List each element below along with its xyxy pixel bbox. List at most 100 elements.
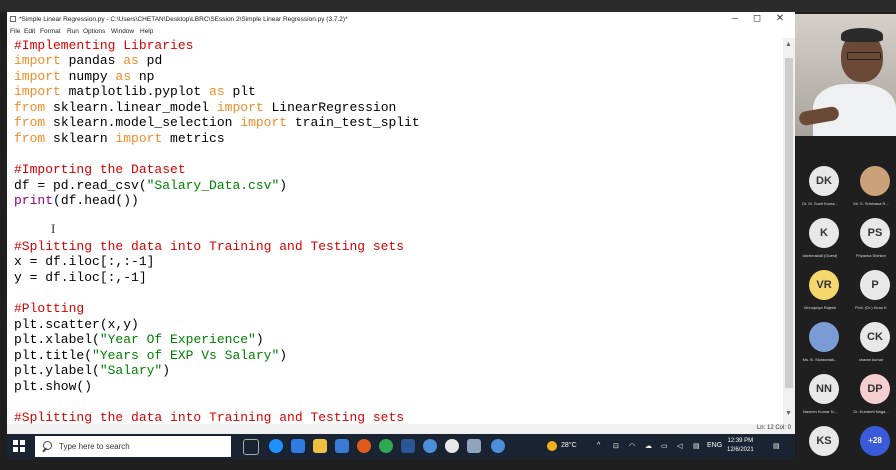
code-line[interactable]: from sklearn.linear_model import LinearR… — [14, 100, 396, 115]
scroll-down-icon[interactable]: ▼ — [785, 410, 792, 417]
code-line[interactable]: import pandas as pd — [14, 53, 162, 68]
code-line[interactable]: plt.ylabel("Salary") — [14, 363, 170, 378]
firefox-icon[interactable] — [357, 439, 371, 453]
code-token: y = df.iloc[:,-1] — [14, 270, 147, 285]
onedrive-icon[interactable]: ☁ — [645, 442, 652, 450]
wifi-icon[interactable]: ◠ — [629, 442, 635, 450]
volume-icon[interactable]: ◁ — [677, 442, 682, 450]
code-token: from — [14, 100, 46, 115]
tray-chevron-icon[interactable]: ^ — [597, 442, 600, 449]
code-token: import — [240, 115, 288, 130]
code-token: #Splitting the data into Training and Te… — [14, 239, 405, 254]
weather-icon[interactable] — [547, 441, 557, 451]
task-view-icon[interactable] — [243, 439, 259, 455]
python-idle-icon[interactable] — [423, 439, 437, 453]
menu-help[interactable]: Help — [140, 28, 153, 35]
participant-name: Mr. S. Srinivasa R... — [853, 201, 889, 206]
participant-tile[interactable]: DK Dr. M. Sunil Kuma... — [795, 160, 845, 210]
code-token: ) — [255, 332, 264, 347]
participant-name: Ms. B. Sivaramak... — [802, 357, 838, 362]
code-token: "Years of EXP Vs Salary" — [92, 348, 280, 363]
code-editor[interactable]: I #Implementing Libraries import pandas a… — [7, 38, 783, 424]
code-token: import — [14, 84, 61, 99]
participant-tile[interactable]: Klatchmaiddi (Guest) — [795, 212, 845, 262]
menu-run[interactable]: Run — [67, 28, 79, 35]
participant-avatar: DK — [809, 166, 839, 196]
battery-icon[interactable]: ▭ — [661, 442, 668, 450]
code-line[interactable]: #Plotting — [14, 301, 84, 316]
code-token: #Importing the Dataset — [14, 162, 186, 177]
taskbar-search-box[interactable]: Type here to search — [35, 436, 231, 457]
code-line[interactable]: import matplotlib.pyplot as plt — [14, 84, 256, 99]
idle-editor-window: *Simple Linear Regression.py - C:\Users\… — [7, 12, 795, 434]
menu-file[interactable]: File — [10, 28, 20, 35]
search-placeholder: Type here to search — [59, 442, 130, 451]
code-token: pandas — [60, 53, 124, 68]
participant-tile[interactable]: Ms. B. Sivaramak... — [795, 316, 845, 366]
app-icon[interactable] — [467, 439, 481, 453]
file-explorer-icon[interactable] — [313, 439, 327, 453]
vertical-scrollbar[interactable]: ▲ ▼ — [783, 38, 795, 424]
code-line[interactable]: plt.show() — [14, 379, 92, 394]
code-line[interactable]: import numpy as np — [14, 69, 154, 84]
participant-tile[interactable]: Mr. S. Srinivasa R... — [846, 160, 896, 210]
code-token: x = df.iloc[:,:-1] — [14, 254, 155, 269]
participant-tile[interactable]: CK charan kumar — [846, 316, 896, 366]
participant-name: Naveen Kumar N... — [802, 409, 837, 414]
scrollbar-thumb[interactable] — [785, 58, 793, 388]
word-icon[interactable] — [401, 439, 415, 453]
participant-tile[interactable]: P Prof. (Dr.) Kiran K — [846, 264, 896, 314]
code-line[interactable]: print(df.head()) — [14, 193, 139, 208]
code-line[interactable]: #Implementing Libraries — [14, 38, 193, 53]
code-token: "Year Of Experience" — [99, 332, 256, 347]
code-line[interactable]: from sklearn.model_selection import trai… — [14, 115, 420, 130]
participant-tile[interactable]: KS — [795, 420, 845, 470]
code-line[interactable]: x = df.iloc[:,:-1] — [14, 254, 154, 269]
code-token: plt — [224, 84, 256, 99]
code-line[interactable]: df = pd.read_csv("Salary_Data.csv") — [14, 178, 287, 193]
participant-name: charan kumar — [858, 357, 884, 362]
close-button[interactable]: ✕ — [770, 13, 790, 24]
code-token: np — [131, 69, 155, 84]
menu-window[interactable]: Window — [111, 28, 134, 35]
participant-name: Prof. (Dr.) Kiran K — [855, 305, 887, 310]
windows-start-icon[interactable] — [13, 440, 25, 452]
participant-tile[interactable]: NN Naveen Kumar N... — [795, 368, 845, 418]
dropbox-icon[interactable] — [291, 439, 305, 453]
store-icon[interactable] — [335, 439, 349, 453]
temperature[interactable]: 28°C — [561, 442, 577, 449]
participant-tile[interactable]: DP Dr. Kunderti Naga... — [846, 368, 896, 418]
code-line[interactable]: y = df.iloc[:,-1] — [14, 270, 147, 285]
keyboard-icon[interactable]: ▤ — [693, 442, 700, 450]
teams-icon[interactable] — [491, 439, 505, 453]
language-indicator[interactable]: ENG — [707, 442, 722, 449]
code-token: #Splitting the data into Training and Te… — [14, 410, 405, 424]
scroll-up-icon[interactable]: ▲ — [785, 41, 792, 48]
menu-edit[interactable]: Edit — [24, 28, 35, 35]
clock[interactable]: 12:39 PM 12/6/2021 — [727, 437, 754, 455]
chrome-icon[interactable] — [379, 439, 393, 453]
participant-tile[interactable]: +28 — [846, 420, 896, 470]
text-cursor-i-beam: I — [51, 221, 56, 236]
notification-icon[interactable]: ▤ — [773, 442, 780, 450]
network-icon[interactable]: ⊡ — [613, 442, 619, 450]
maximize-button[interactable]: ◻ — [747, 13, 767, 24]
code-line[interactable]: #Splitting the data into Training and Te… — [14, 410, 404, 424]
code-line[interactable]: #Splitting the data into Training and Te… — [14, 239, 404, 254]
code-line[interactable]: from sklearn import metrics — [14, 131, 225, 146]
code-token: df = pd.read_csv( — [14, 178, 147, 193]
participant-avatar: CK — [860, 322, 890, 352]
title-bar: *Simple Linear Regression.py - C:\Users\… — [7, 12, 795, 27]
participant-tile[interactable]: PS Priyanka Shinkre — [846, 212, 896, 262]
code-line[interactable]: plt.title("Years of EXP Vs Salary") — [14, 348, 287, 363]
meeting-top-bar — [0, 0, 896, 12]
menu-options[interactable]: Options — [83, 28, 105, 35]
code-line[interactable]: #Importing the Dataset — [14, 162, 186, 177]
minimize-button[interactable]: – — [725, 13, 745, 24]
edge-icon[interactable] — [269, 439, 283, 453]
code-line[interactable]: plt.scatter(x,y) — [14, 317, 139, 332]
participant-tile[interactable]: VR Vinnupriya Rajesh — [795, 264, 845, 314]
menu-format[interactable]: Format — [40, 28, 61, 35]
chrome-alt-icon[interactable] — [445, 439, 459, 453]
code-line[interactable]: plt.xlabel("Year Of Experience") — [14, 332, 264, 347]
